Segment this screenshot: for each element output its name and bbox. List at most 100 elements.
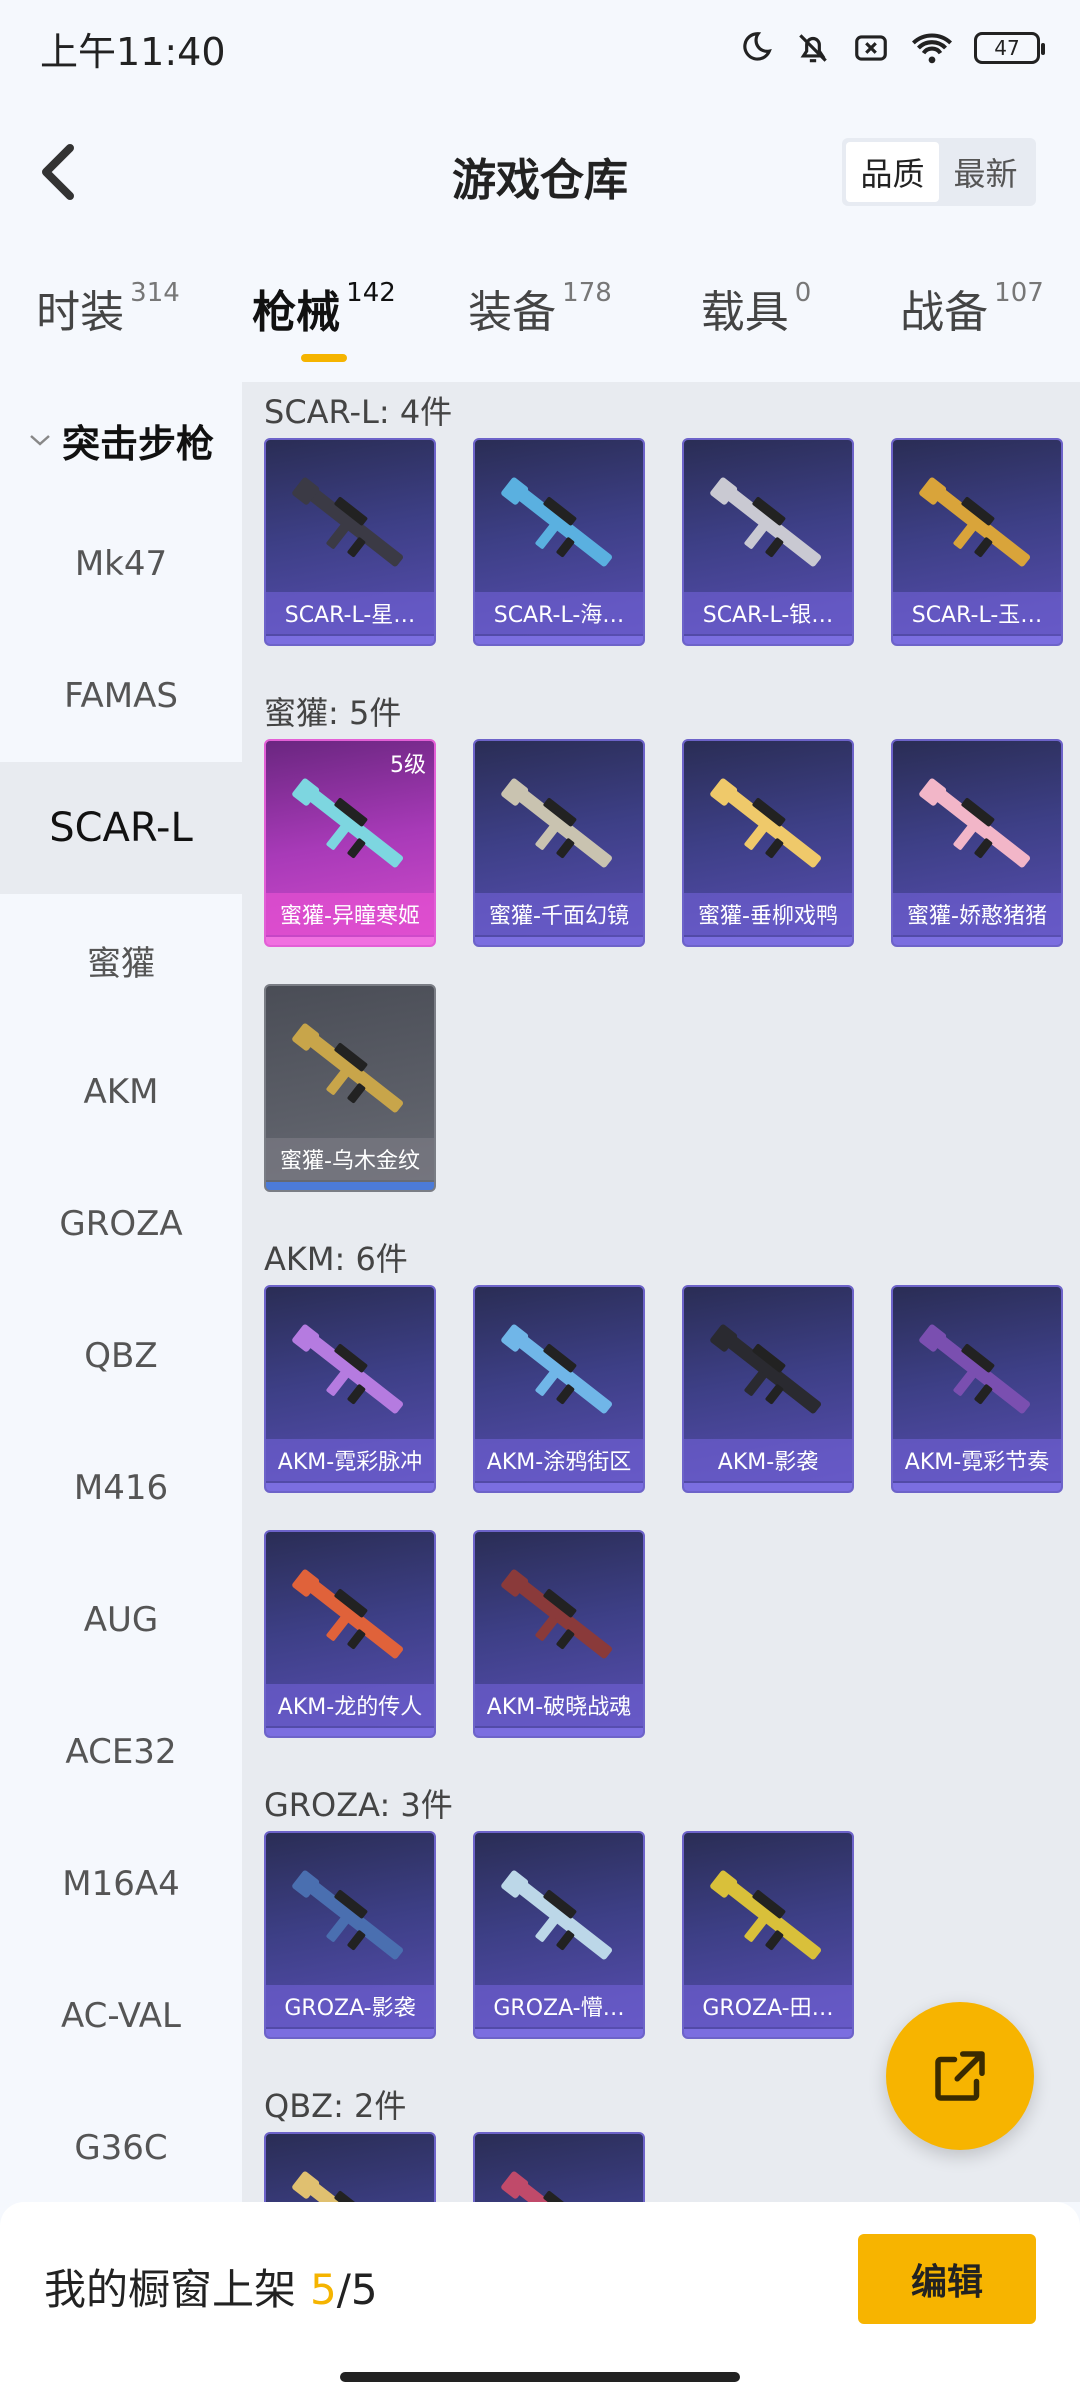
sidebar-item[interactable]: AKM <box>0 1026 242 1158</box>
rarity-stripe <box>475 636 643 644</box>
tab-label: 载具 <box>700 287 789 338</box>
weapon-name: 蜜獾-千面幻镜 <box>475 893 643 935</box>
weapon-name: AKM-涂鸦街区 <box>475 1439 643 1481</box>
showcase-current: 5 <box>310 2265 337 2314</box>
weapon-card[interactable]: GROZA-影袭 <box>264 1831 436 2039</box>
rarity-stripe <box>684 636 852 644</box>
tab-label: 装备 <box>468 287 557 338</box>
rarity-stripe <box>893 1483 1061 1491</box>
weapon-card[interactable]: SCAR-L-星… <box>264 438 436 646</box>
sidebar-group-assault-rifles[interactable]: 突击步枪 <box>0 382 242 498</box>
share-icon <box>935 2051 985 2101</box>
weapon-name: SCAR-L-银… <box>684 592 852 634</box>
weapon-grid: AKM-霓彩脉冲 AKM-涂鸦街区 AKM-影袭 AKM-霓彩节奏 AKM-龙的传人 AK… <box>264 1285 1080 1775</box>
section-title: 蜜獾: 5件 <box>264 694 402 732</box>
rarity-stripe <box>684 2029 852 2037</box>
sidebar-item[interactable]: QBZ <box>0 1290 242 1422</box>
weapon-card[interactable]: AKM-霓彩脉冲 <box>264 1285 436 1493</box>
no-sim-icon <box>852 29 890 67</box>
weapon-image <box>710 1870 821 1960</box>
section-title: AKM: 6件 <box>264 1240 408 1278</box>
status-time: 上午11:40 <box>40 29 226 74</box>
weapon-card[interactable]: SCAR-L-玉… <box>891 438 1063 646</box>
tab-fashion[interactable]: 时装 314 <box>0 276 216 366</box>
showcase-total: /5 <box>336 2265 378 2314</box>
edit-button[interactable]: 编辑 <box>858 2234 1036 2324</box>
weapon-name: AKM-霓彩节奏 <box>893 1439 1061 1481</box>
weapon-card[interactable]: 蜜獾-垂柳戏鸭 <box>682 739 854 947</box>
tab-count: 178 <box>562 278 612 308</box>
back-button[interactable] <box>28 142 88 202</box>
moon-icon <box>736 29 774 67</box>
weapon-card[interactable]: SCAR-L-银… <box>682 438 854 646</box>
weapon-sections: SCAR-L: 4件 SCAR-L-星… SCAR-L-海… SCAR-L-银… SCA… <box>242 382 1080 2202</box>
weapon-card[interactable]: 蜜獾-千面幻镜 <box>473 739 645 947</box>
sort-quality-option[interactable]: 品质 <box>846 142 939 202</box>
weapon-card[interactable]: AKM-影袭 <box>682 1285 854 1493</box>
sidebar-item[interactable]: AC-VAL <box>0 1950 242 2082</box>
weapon-card[interactable]: 蜜獾-乌木金纹 <box>264 984 436 1192</box>
weapon-image <box>292 778 403 868</box>
tab-equipment[interactable]: 装备 178 <box>432 276 648 366</box>
weapon-card[interactable]: AKM-破晓战魂 <box>473 1530 645 1738</box>
weapon-card[interactable]: GROZA-田… <box>682 1831 854 2039</box>
rarity-stripe <box>266 2029 434 2037</box>
weapon-name: SCAR-L-海… <box>475 592 643 634</box>
section-title: GROZA: 3件 <box>264 1786 453 1824</box>
tab-combat-gear[interactable]: 战备 107 <box>864 276 1080 366</box>
sidebar-item[interactable]: G36C <box>0 2082 242 2202</box>
sidebar-item[interactable]: M416 <box>0 1422 242 1554</box>
tab-label: 战备 <box>900 287 989 338</box>
weapon-sidebar: 突击步枪 Mk47 FAMAS SCAR-L 蜜獾 AKM GROZA QBZ M416 AUG… <box>0 382 242 2202</box>
sidebar-item[interactable]: AUG <box>0 1554 242 1686</box>
wifi-icon <box>910 29 954 67</box>
tab-vehicles[interactable]: 载具 0 <box>648 276 864 366</box>
rarity-stripe <box>475 1728 643 1736</box>
weapon-card[interactable] <box>264 2132 436 2202</box>
tab-count: 314 <box>130 278 180 308</box>
rarity-stripe <box>893 636 1061 644</box>
weapon-card[interactable]: AKM-霓彩节奏 <box>891 1285 1063 1493</box>
weapon-image <box>710 477 821 567</box>
sidebar-item[interactable]: 蜜獾 <box>0 894 242 1026</box>
weapon-image <box>919 477 1030 567</box>
tab-firearms[interactable]: 枪械 142 <box>216 276 432 366</box>
share-button[interactable] <box>886 2002 1034 2150</box>
sidebar-item[interactable]: ACE32 <box>0 1686 242 1818</box>
sidebar-group-label: 突击步枪 <box>61 421 214 466</box>
sidebar-item[interactable]: GROZA <box>0 1158 242 1290</box>
weapon-card[interactable]: AKM-涂鸦街区 <box>473 1285 645 1493</box>
sidebar-item[interactable]: SCAR-L <box>0 762 242 894</box>
weapon-image <box>710 1324 821 1414</box>
sort-latest-option[interactable]: 最新 <box>939 142 1032 202</box>
header: 游戏仓库 品质 最新 <box>0 120 1080 230</box>
weapon-image <box>292 1324 403 1414</box>
weapon-card[interactable]: 5级蜜獾-异瞳寒姬 <box>264 739 436 947</box>
weapon-name: 蜜獾-乌木金纹 <box>266 1138 434 1180</box>
weapon-card[interactable]: SCAR-L-海… <box>473 438 645 646</box>
sidebar-item[interactable]: M16A4 <box>0 1818 242 1950</box>
weapon-name: 蜜獾-异瞳寒姬 <box>266 893 434 935</box>
weapon-image <box>710 778 821 868</box>
section-title: SCAR-L: 4件 <box>264 393 453 431</box>
battery-icon: 47 <box>974 32 1045 64</box>
weapon-image <box>501 1324 612 1414</box>
rarity-stripe <box>475 1483 643 1491</box>
weapon-card[interactable]: GROZA-懵… <box>473 1831 645 2039</box>
showcase-label: 我的橱窗上架 <box>44 2265 297 2314</box>
level-badge: 5级 <box>390 753 426 778</box>
weapon-card[interactable]: AKM-龙的传人 <box>264 1530 436 1738</box>
rarity-stripe <box>266 1483 434 1491</box>
weapon-card[interactable]: 蜜獾-娇憨猪猪 <box>891 739 1063 947</box>
tab-label: 时装 <box>36 287 125 338</box>
home-indicator[interactable] <box>340 2372 740 2382</box>
weapon-name: 蜜獾-娇憨猪猪 <box>893 893 1061 935</box>
sidebar-item[interactable]: FAMAS <box>0 630 242 762</box>
tab-indicator <box>301 354 347 362</box>
status-icons: 47 <box>736 29 1045 67</box>
sort-toggle: 品质 最新 <box>842 138 1036 206</box>
sidebar-item[interactable]: Mk47 <box>0 498 242 630</box>
category-tabs: 时装 314 枪械 142 装备 178 载具 0 战备 107 <box>0 276 1080 366</box>
tab-count: 0 <box>794 278 812 308</box>
weapon-card[interactable] <box>473 2132 645 2202</box>
